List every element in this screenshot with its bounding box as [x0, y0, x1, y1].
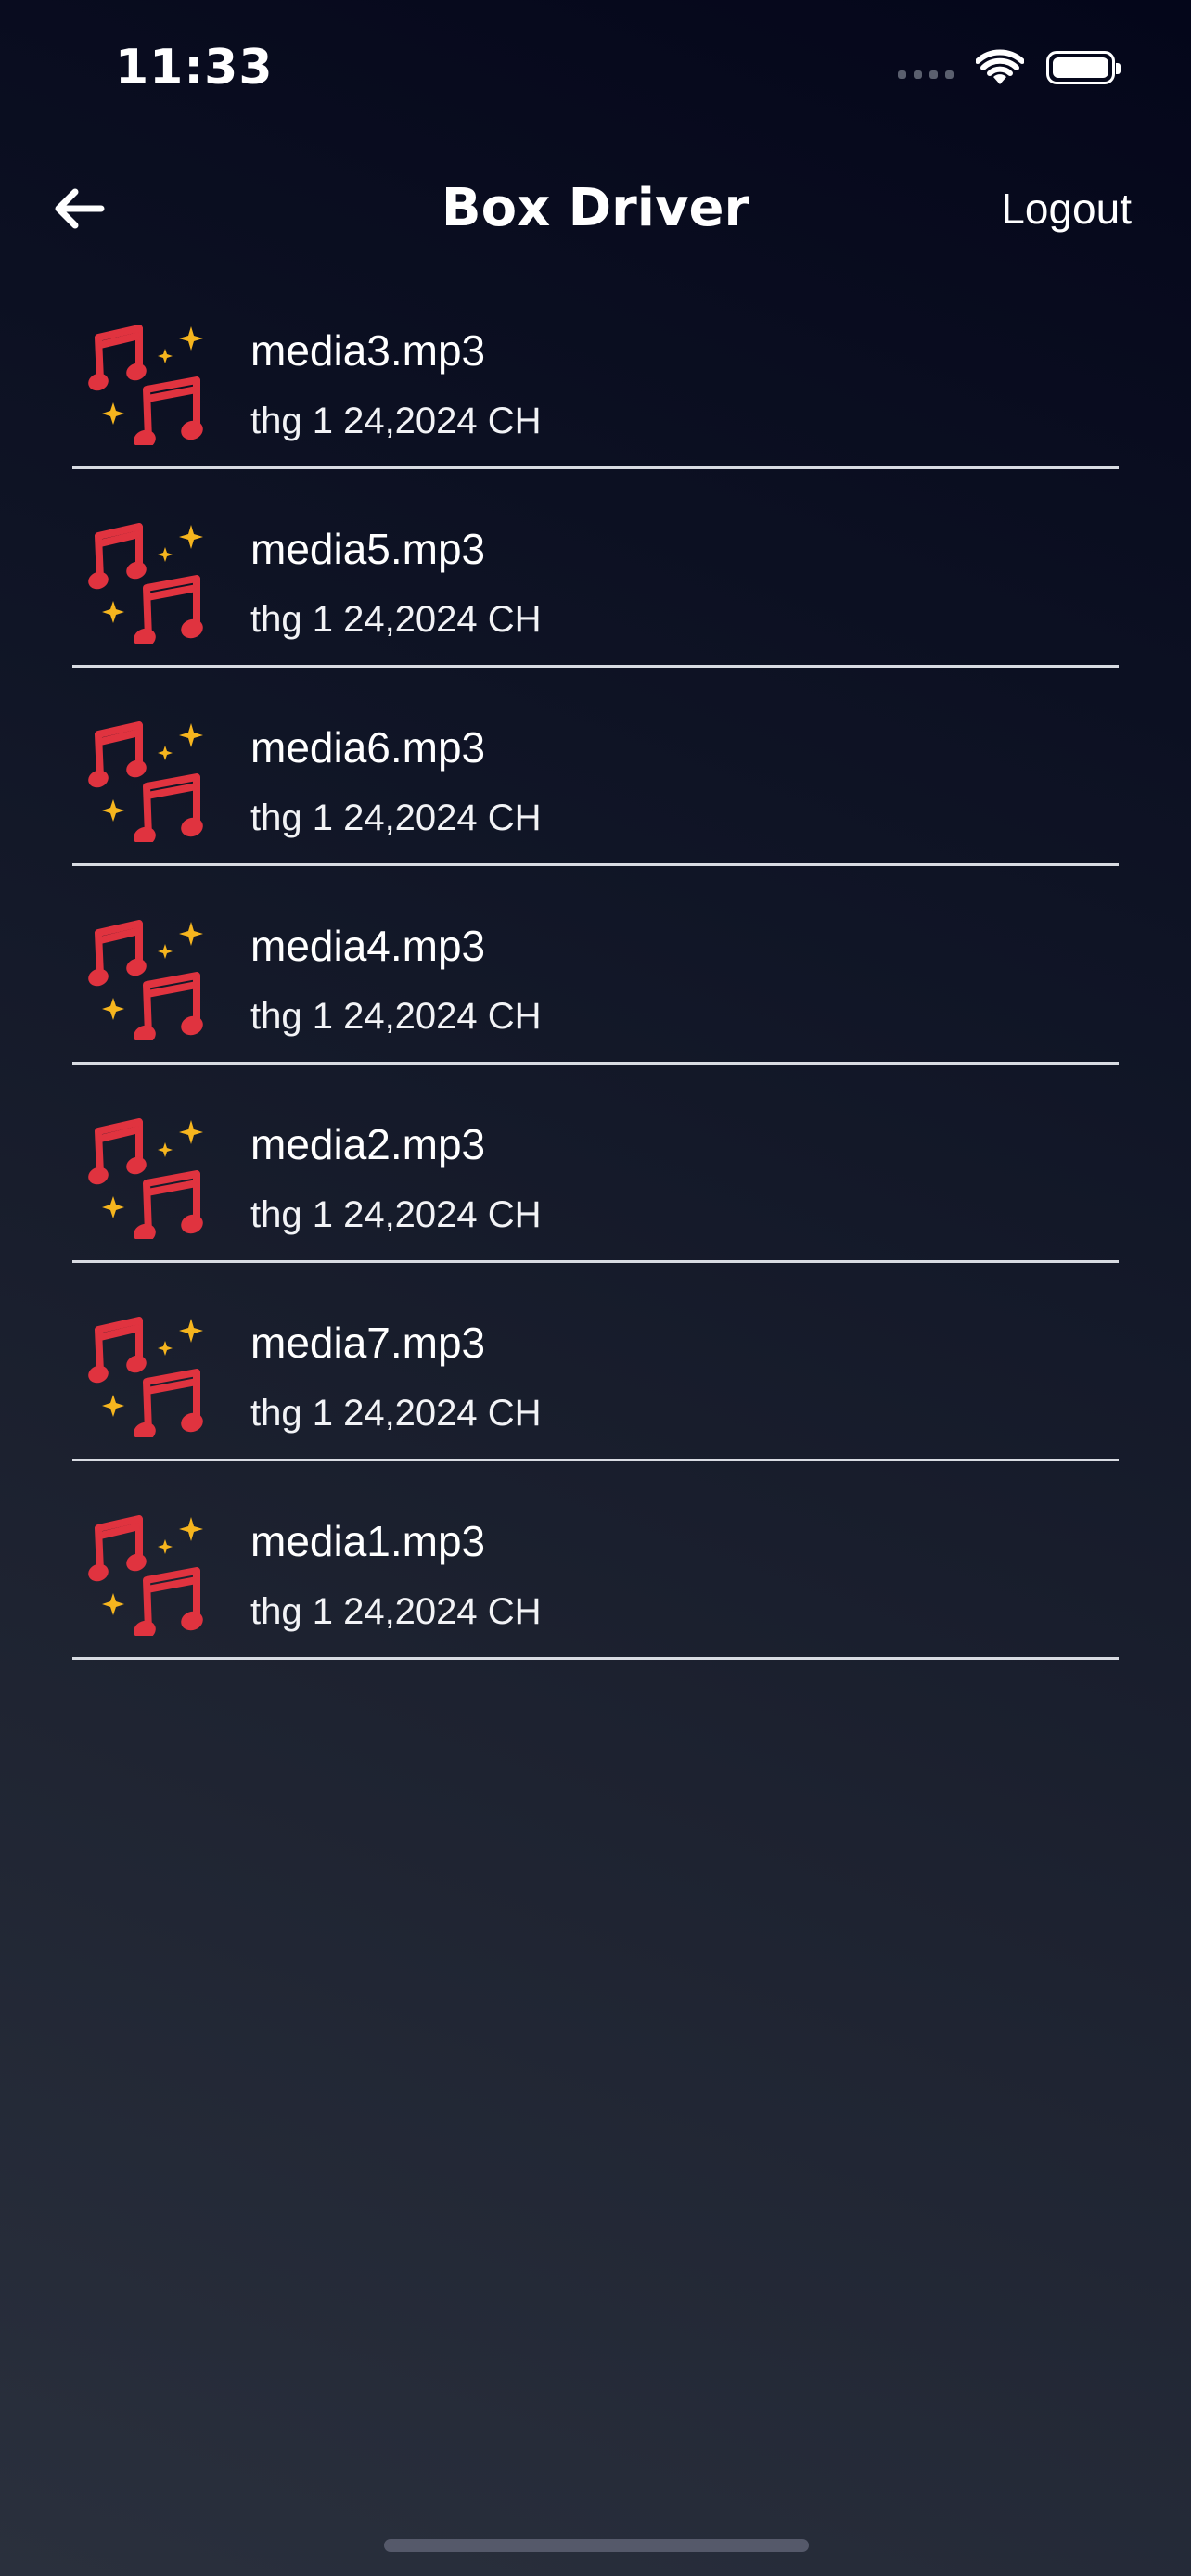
list-item[interactable]: media5.mp3 thg 1 24,2024 CH	[72, 469, 1119, 668]
list-item[interactable]: media4.mp3 thg 1 24,2024 CH	[72, 866, 1119, 1065]
music-notes-icon	[88, 721, 203, 842]
logout-button[interactable]: Logout	[1001, 178, 1132, 239]
status-time: 11:33	[115, 40, 274, 96]
file-date: thg 1 24,2024 CH	[250, 1194, 542, 1235]
music-notes-icon	[88, 1118, 203, 1239]
file-name: media6.mp3	[250, 723, 486, 772]
list-item[interactable]: media7.mp3 thg 1 24,2024 CH	[72, 1263, 1119, 1461]
list-item[interactable]: media6.mp3 thg 1 24,2024 CH	[72, 668, 1119, 866]
file-name: media7.mp3	[250, 1319, 486, 1367]
music-notes-icon	[88, 920, 203, 1040]
list-item[interactable]: media3.mp3 thg 1 24,2024 CH	[72, 271, 1119, 469]
battery-icon	[1046, 51, 1121, 84]
file-date: thg 1 24,2024 CH	[250, 996, 542, 1037]
cellular-dots-icon	[898, 70, 954, 79]
music-notes-icon	[88, 1515, 203, 1636]
file-date: thg 1 24,2024 CH	[250, 797, 542, 838]
file-name: media3.mp3	[250, 326, 486, 375]
file-name: media1.mp3	[250, 1517, 486, 1565]
music-notes-icon	[88, 523, 203, 644]
file-name: media2.mp3	[250, 1120, 486, 1168]
list-item[interactable]: media2.mp3 thg 1 24,2024 CH	[72, 1065, 1119, 1263]
music-notes-icon	[88, 1317, 203, 1437]
file-date: thg 1 24,2024 CH	[250, 401, 542, 441]
music-notes-icon	[88, 325, 203, 445]
file-name: media5.mp3	[250, 525, 486, 573]
wifi-icon	[976, 49, 1024, 84]
list-item[interactable]: media1.mp3 thg 1 24,2024 CH	[72, 1461, 1119, 1660]
file-date: thg 1 24,2024 CH	[250, 1591, 542, 1632]
file-date: thg 1 24,2024 CH	[250, 599, 542, 640]
status-indicators	[898, 45, 1121, 91]
home-indicator	[384, 2539, 809, 2552]
file-list: media3.mp3 thg 1 24,2024 CH media5.mp3 t…	[72, 271, 1119, 1660]
file-date: thg 1 24,2024 CH	[250, 1393, 542, 1434]
file-name: media4.mp3	[250, 922, 486, 970]
